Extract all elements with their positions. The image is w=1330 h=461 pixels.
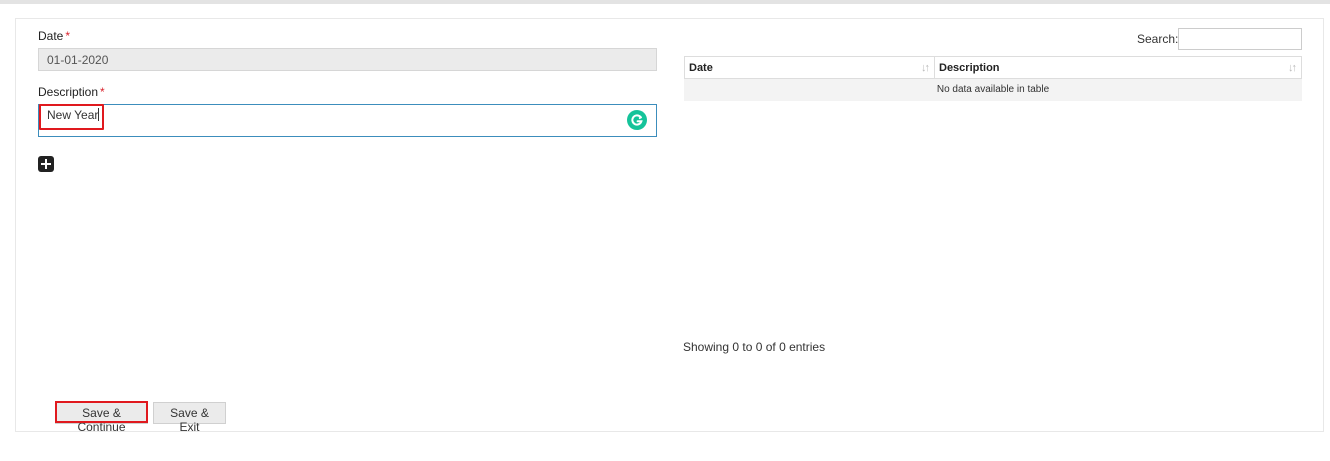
plus-square-icon[interactable]: [38, 156, 54, 172]
column-header-description[interactable]: Description ↓↑: [934, 56, 1302, 79]
date-input-value: 01-01-2020: [47, 53, 109, 67]
empty-table-message: No data available in table: [936, 84, 1050, 95]
column-header-date-label: Date: [689, 62, 713, 74]
grammarly-icon[interactable]: [627, 110, 647, 130]
save-exit-button[interactable]: Save & Exit: [153, 402, 226, 434]
date-label: Date *: [38, 29, 70, 43]
sort-icon: ↓↑: [1288, 62, 1297, 74]
sort-icon: ↓↑: [921, 62, 930, 74]
description-input-value: New Year: [47, 108, 99, 122]
description-input[interactable]: New Year: [38, 104, 657, 137]
date-label-text: Date: [38, 29, 64, 43]
grammarly-glyph: [631, 114, 643, 126]
top-border-strip: [0, 0, 1330, 4]
description-required-marker: *: [100, 85, 105, 99]
search-input[interactable]: [1178, 28, 1302, 50]
text-caret: [98, 108, 100, 121]
column-header-date[interactable]: Date ↓↑: [684, 56, 935, 79]
description-label-text: Description: [38, 85, 99, 99]
description-label: Description *: [38, 85, 105, 99]
save-continue-button[interactable]: Save & Continue: [55, 402, 148, 434]
empty-table-row: No data available in table: [684, 79, 1302, 101]
column-header-description-label: Description: [939, 62, 1000, 74]
search-label: Search:: [1137, 32, 1179, 46]
date-input[interactable]: 01-01-2020: [38, 48, 657, 71]
date-required-marker: *: [65, 29, 71, 43]
table-info: Showing 0 to 0 of 0 entries: [683, 340, 826, 354]
